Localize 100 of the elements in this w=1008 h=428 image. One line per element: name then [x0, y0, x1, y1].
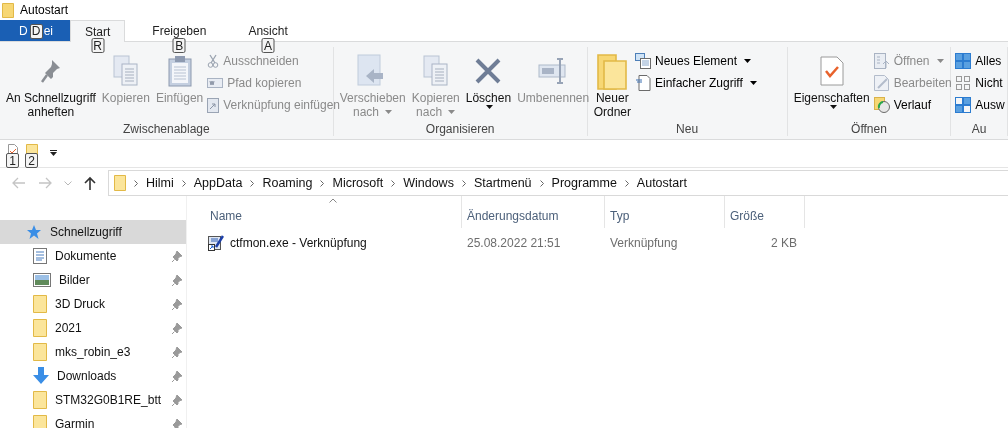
- customize-icon[interactable]: [50, 150, 57, 156]
- table-cell: 25.08.2022 21:51: [467, 236, 561, 250]
- shortcut-icon: [207, 96, 220, 113]
- column-header[interactable]: Änderungsdatum: [462, 196, 605, 228]
- folder-icon: [2, 2, 14, 18]
- sidebar-item[interactable]: STM32G0B1RE_btt: [0, 388, 186, 412]
- breadcrumb[interactable]: Startmenü: [473, 176, 532, 190]
- sidebar-item[interactable]: Downloads: [0, 364, 186, 388]
- ribbon-button[interactable]: Eigenschaften: [791, 47, 872, 122]
- caret-icon: [936, 58, 944, 63]
- pin-icon: [172, 322, 182, 334]
- open-icon: [873, 52, 890, 69]
- column-header[interactable]: Typ: [605, 196, 725, 228]
- download-icon: [33, 367, 49, 385]
- sort-caret-icon: [329, 198, 337, 203]
- chevron-right-icon: [391, 179, 396, 187]
- ribbon-button[interactable]: Einfacher Zugriff: [635, 74, 757, 91]
- group-label: Zwischenablage: [121, 122, 211, 136]
- path-icon: [207, 77, 224, 88]
- sidebar-item[interactable]: Schnellzugriff: [0, 220, 186, 244]
- chevron-right-icon: [539, 179, 544, 187]
- breadcrumb[interactable]: Programme: [551, 176, 617, 190]
- chevron-right-icon: [320, 179, 325, 187]
- ribbon-tab[interactable]: Freigeben: [137, 20, 222, 41]
- sidebar-item[interactable]: Bilder: [0, 268, 186, 292]
- chevron-right-icon: [250, 179, 255, 187]
- ribbon-button[interactable]: Verlauf: [873, 96, 952, 113]
- ribbon-tab[interactable]: Ansicht: [233, 20, 303, 41]
- pin-icon: [172, 298, 182, 310]
- folder-icon: [33, 343, 47, 361]
- chevron-right-icon: [624, 179, 629, 187]
- folder-icon: [33, 295, 47, 313]
- up-icon[interactable]: [84, 176, 96, 190]
- picture-icon: [33, 273, 51, 287]
- pin-icon: [172, 250, 182, 262]
- file-tab[interactable]: D D ei: [0, 20, 70, 41]
- folder-icon: [33, 391, 47, 409]
- ribbon-button[interactable]: Neues Element: [635, 52, 757, 69]
- new-item-icon: [635, 52, 651, 69]
- breadcrumb[interactable]: AppData: [193, 176, 243, 190]
- breadcrumb[interactable]: Windows: [403, 176, 454, 190]
- copy-icon: [112, 55, 139, 87]
- keytip: A: [261, 38, 275, 53]
- keytip: 2: [25, 153, 38, 168]
- pin-icon: [172, 418, 182, 428]
- scissors-icon: [207, 53, 220, 68]
- ribbon-button[interactable]: Löschen: [463, 47, 514, 122]
- group-label: Neu: [675, 122, 700, 136]
- caret-icon: [486, 105, 494, 109]
- sidebar-item[interactable]: 3D Druck: [0, 292, 186, 316]
- table-cell: Verknüpfung: [610, 236, 678, 250]
- chevron-right-icon: [134, 179, 138, 187]
- pin-icon: [172, 370, 182, 382]
- window-title: Autostart: [20, 3, 69, 17]
- pin-icon: [172, 346, 182, 358]
- edit-icon: [873, 74, 890, 91]
- document-icon: [33, 248, 47, 264]
- ribbon-button[interactable]: Nicht: [955, 74, 1005, 91]
- breadcrumb[interactable]: Microsoft: [332, 176, 384, 190]
- properties-icon: [819, 56, 844, 86]
- folder-icon: [33, 415, 47, 428]
- address-bar[interactable]: Hilmi AppData Roaming Microsoft Windows Startmenü Programme Autostart: [108, 170, 1008, 196]
- pin-icon: [172, 274, 182, 286]
- select-none-icon: [955, 74, 972, 91]
- breadcrumb[interactable]: Autostart: [636, 176, 687, 190]
- folder-icon: [33, 319, 47, 337]
- caret-icon: [829, 105, 837, 109]
- ribbon-tab[interactable]: Start: [70, 20, 126, 42]
- chevron-right-icon: [461, 179, 466, 187]
- keytip: D: [29, 23, 43, 39]
- rename-icon: [538, 57, 569, 85]
- breadcrumb[interactable]: Hilmi: [146, 176, 174, 190]
- shortcut-icon: [208, 235, 224, 251]
- file-row[interactable]: ctfmon.exe - Verknüpfung 25.08.2022 21:51 Verknüpfung 2 KB: [205, 232, 805, 254]
- ribbon-button[interactable]: Alles: [955, 52, 1005, 69]
- ribbon-button[interactable]: Ausw: [955, 96, 1005, 113]
- sidebar-item[interactable]: Garmin: [0, 412, 186, 428]
- caret-icon: [744, 58, 752, 63]
- keytip: R: [91, 38, 105, 53]
- group-label: Öffnen: [850, 122, 888, 136]
- caret-icon: [749, 80, 757, 85]
- copy-icon: [422, 55, 449, 87]
- breadcrumb[interactable]: Roaming: [262, 176, 313, 190]
- column-header[interactable]: Größe: [725, 196, 805, 228]
- folder-icon: [596, 51, 629, 91]
- pin-icon: [39, 58, 62, 84]
- group-label: Organisieren: [424, 122, 496, 136]
- chevron-right-icon: [181, 179, 186, 187]
- ribbon-button[interactable]: Neuer Ordner: [591, 47, 633, 122]
- sidebar-item[interactable]: mks_robin_e3: [0, 340, 186, 364]
- history-icon: [873, 96, 890, 113]
- column-header[interactable]: Name: [205, 196, 462, 228]
- pin-icon: [172, 394, 182, 406]
- sidebar-item[interactable]: Dokumente: [0, 244, 186, 268]
- keytip: 1: [6, 153, 19, 168]
- folder-icon: [114, 175, 126, 191]
- sidebar-item[interactable]: 2021: [0, 316, 186, 340]
- document-icon: [635, 74, 651, 91]
- group-label: Au: [970, 122, 988, 136]
- caret-icon: [385, 110, 393, 114]
